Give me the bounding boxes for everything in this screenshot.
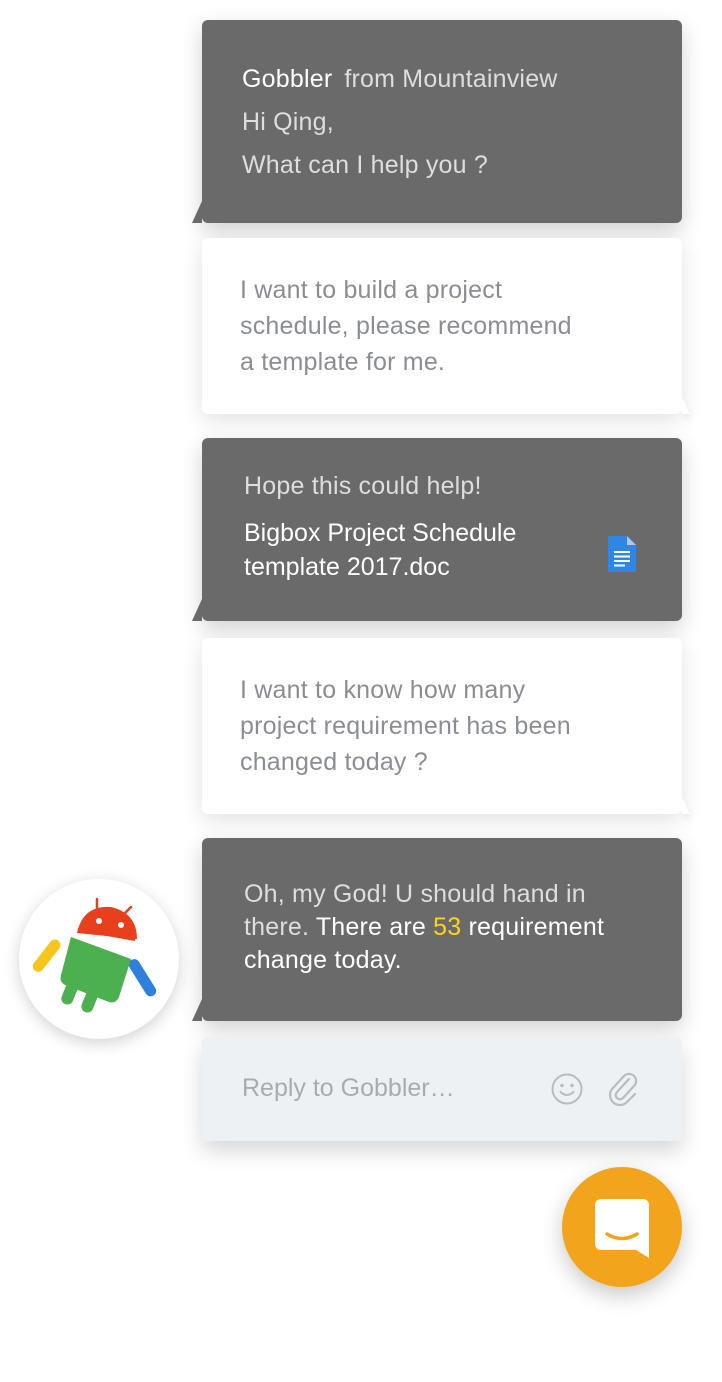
sender-name: Gobbler [242,65,333,93]
paperclip-icon[interactable] [606,1070,640,1106]
smiley-icon[interactable] [550,1072,584,1106]
message-line: I want to know how many [240,676,526,704]
bot-message-requirement-answer: Oh, my God! U should hand in there. Ther… [192,838,682,1021]
android-mascot-icon [32,897,157,1013]
requirement-count: 53 [433,913,462,941]
bubble-tail [192,999,202,1021]
message-fragment: There are [309,913,434,941]
attachment-title-line[interactable]: Bigbox Project Schedule [244,516,584,550]
bubble-tail [682,798,690,814]
message-line: a template for me. [240,348,446,376]
message-line: Oh, my God! U should hand in [244,880,586,908]
message-line: changed today ? [240,748,428,776]
message-line: project requirement has been [240,712,571,740]
agent-avatar [19,879,179,1039]
reply-composer [202,1038,682,1141]
user-message-requirement-question: I want to know how many project requirem… [202,638,690,814]
reply-input[interactable] [242,1068,532,1108]
message-line: What can I help you ? [242,151,489,179]
message-line: Hi Qing, [242,108,334,136]
attachment-link[interactable]: Bigbox Project Schedule template 2017.do… [244,516,584,584]
message-fragment: there. [244,913,310,941]
user-message-template-request: I want to build a project schedule, plea… [202,238,690,414]
google-doc-icon[interactable] [608,536,636,572]
bot-message-greeting: Gobbler from Mountainview Hi Qing, What c… [192,20,682,223]
bubble-tail [192,201,202,223]
message-line: there. There are 53 requirement [244,911,682,944]
message-line: change today. [244,946,402,974]
chat-launcher-button[interactable] [562,1167,682,1287]
message-line: I want to build a project [240,276,503,304]
sender-location: from Mountainview [344,65,558,93]
sender-line: Gobbler from Mountainview [242,58,682,101]
attachment-title-line[interactable]: template 2017.doc [244,550,584,584]
message-line: Hope this could help! [244,472,482,500]
message-line: schedule, please recommend [240,312,572,340]
bubble-tail [682,398,690,414]
message-fragment: requirement [461,913,605,941]
bot-message-attachment: Hope this could help! Bigbox Project Sch… [192,438,682,621]
chat-bubble-icon[interactable] [562,1167,682,1287]
bubble-tail [192,599,202,621]
